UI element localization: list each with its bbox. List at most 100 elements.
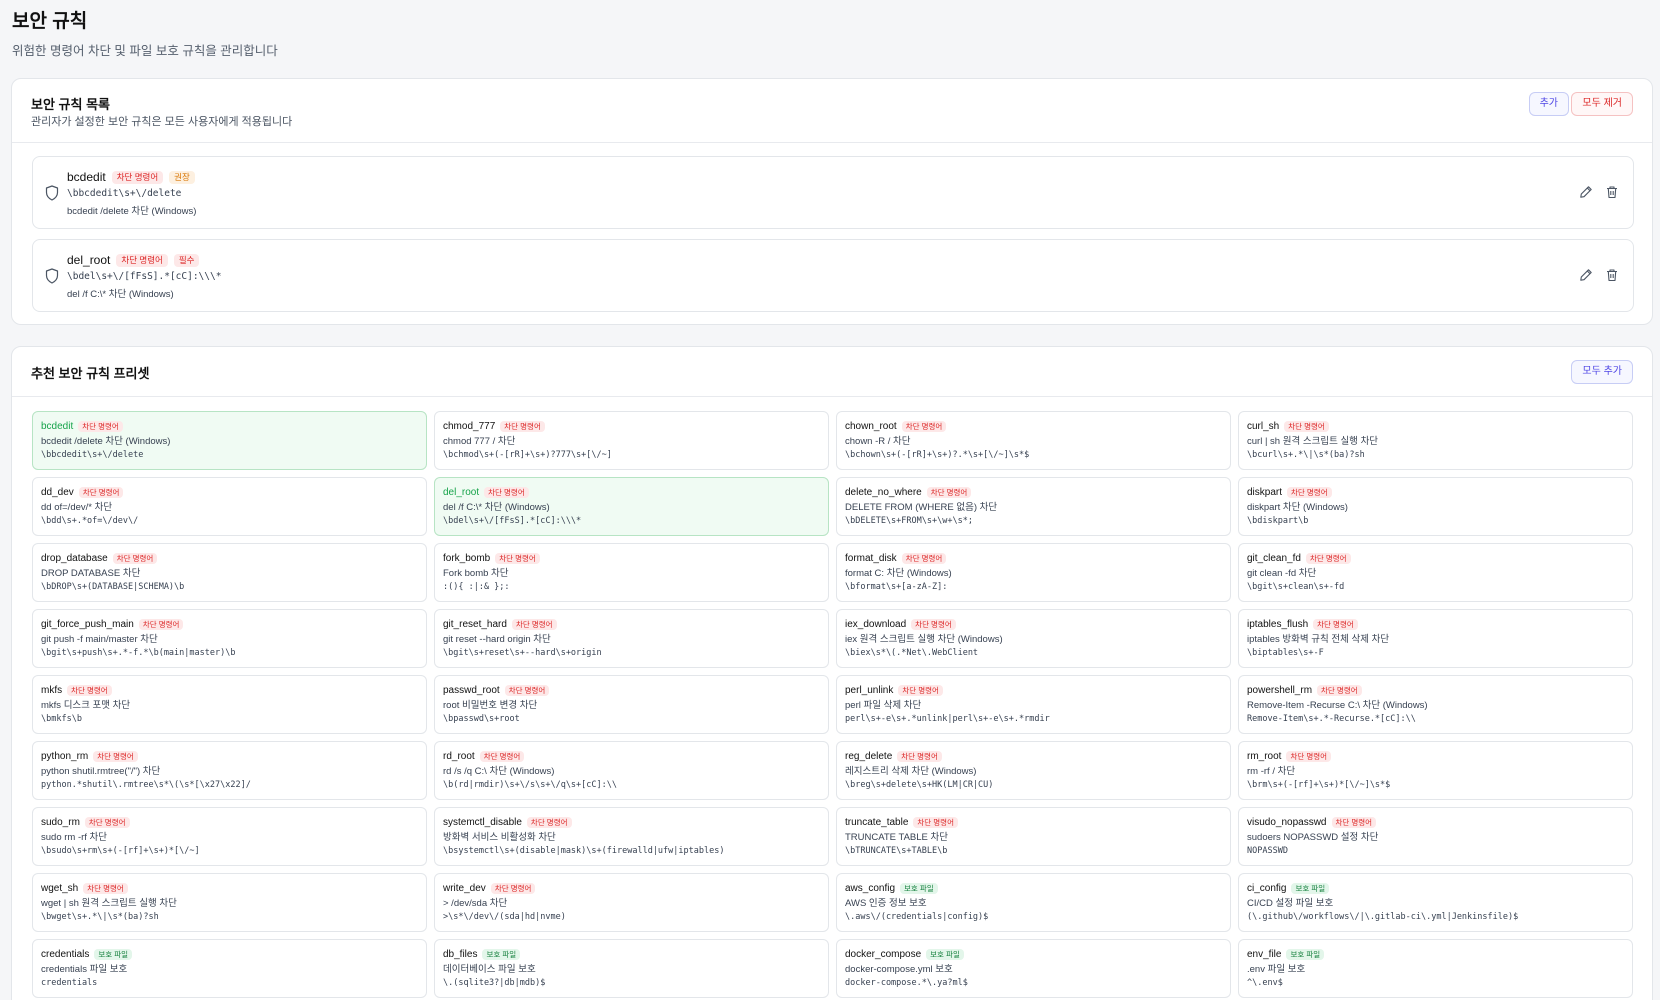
preset-card[interactable]: format_disk 차단 명령어 format C: 차단 (Windows) \…: [836, 543, 1231, 602]
preset-card[interactable]: python_rm 차단 명령어 python shutil.rmtree("/")…: [32, 741, 427, 800]
preset-card[interactable]: iptables_flush 차단 명령어 iptables 방화벽 규칙 전체 삭…: [1238, 609, 1633, 668]
rule-row: bcdedit 차단 명령어 권장 \bbcdedit\s+\/delete b…: [32, 156, 1634, 229]
preset-header: visudo_nopasswd 차단 명령어: [1247, 816, 1624, 829]
rules-card: 보안 규칙 목록 관리자가 설정한 보안 규칙은 모든 사용자에게 적용됩니다 …: [11, 78, 1653, 325]
preset-card[interactable]: diskpart 차단 명령어 diskpart 차단 (Windows) \bdis…: [1238, 477, 1633, 536]
edit-icon[interactable]: [1579, 268, 1593, 282]
preset-card[interactable]: dd_dev 차단 명령어 dd of=/dev/* 차단 \bdd\s+.*of=\…: [32, 477, 427, 536]
preset-card[interactable]: passwd_root 차단 명령어 root 비밀번호 변경 차단 \bpasswd…: [434, 675, 829, 734]
preset-card[interactable]: sudo_rm 차단 명령어 sudo rm -rf 차단 \bsudo\s+rm\s…: [32, 807, 427, 866]
preset-name: aws_config: [845, 883, 896, 894]
rule-pattern: \bdel\s+\/[fFsS].*[cC]:\\\*: [67, 271, 222, 282]
preset-card[interactable]: docker_compose 보호 파일 docker-compose.yml 보호…: [836, 939, 1231, 998]
preset-pattern: :(){ :|:& };:: [443, 582, 510, 592]
preset-type-badge: 차단 명령어: [504, 685, 550, 696]
preset-card[interactable]: iex_download 차단 명령어 iex 원격 스크립트 실행 차단 (Win…: [836, 609, 1231, 668]
rule-level-badge: 필수: [173, 253, 200, 267]
preset-pattern: Remove-Item\s+.*-Recurse.*[cC]:\\: [1247, 714, 1416, 724]
preset-card[interactable]: aws_config 보호 파일 AWS 인증 정보 보호 \.aws\/(crede…: [836, 873, 1231, 932]
preset-card[interactable]: chown_root 차단 명령어 chown -R / 차단 \bchown\s+(…: [836, 411, 1231, 470]
preset-card[interactable]: ci_config 보호 파일 CI/CD 설정 파일 보호 (\.github\/w…: [1238, 873, 1633, 932]
preset-card[interactable]: perl_unlink 차단 명령어 perl 파일 삭제 차단 perl\s+-e\…: [836, 675, 1231, 734]
rule-name-line: bcdedit 차단 명령어 권장: [67, 170, 195, 184]
preset-name: chmod_777: [443, 421, 496, 432]
rule-level-badge: 권장: [169, 170, 195, 184]
preset-type-badge: 차단 명령어: [490, 883, 536, 894]
preset-name: rd_root: [443, 751, 475, 762]
trash-icon[interactable]: [1605, 185, 1619, 199]
preset-pattern: \bdiskpart\b: [1247, 516, 1309, 526]
preset-type-badge: 차단 명령어: [83, 883, 128, 894]
preset-card[interactable]: systemctl_disable 차단 명령어 방화벽 서비스 비활성화 차단 \b…: [434, 807, 829, 866]
rule-row: del_root 차단 명령어 필수 \bdel\s+\/[fFsS].*[cC…: [32, 239, 1634, 312]
preset-card[interactable]: visudo_nopasswd 차단 명령어 sudoers NOPASSWD 설정…: [1238, 807, 1633, 866]
add-all-button[interactable]: 모두 추가: [1571, 360, 1633, 384]
presets-card-title: 추천 보안 규칙 프리셋: [31, 366, 150, 381]
preset-type-badge: 차단 명령어: [84, 817, 130, 828]
preset-name: ci_config: [1247, 883, 1287, 894]
preset-pattern: \bTRUNCATE\s+TABLE\b: [845, 846, 948, 856]
preset-pattern: \bchmod\s+(-[rR]+\s+)?777\s+[\/~]: [443, 450, 612, 460]
preset-card[interactable]: delete_no_where 차단 명령어 DELETE FROM (WHERE …: [836, 477, 1231, 536]
preset-card[interactable]: rm_root 차단 명령어 rm -rf / 차단 \brm\s+(-[rf]+\s…: [1238, 741, 1633, 800]
preset-pattern: \bgit\s+reset\s+--hard\s+origin: [443, 648, 602, 658]
preset-name: passwd_root: [443, 685, 500, 696]
preset-description: root 비밀번호 변경 차단: [443, 700, 538, 711]
preset-name: curl_sh: [1247, 421, 1280, 432]
shield-icon: [45, 185, 59, 201]
preset-description: 데이터베이스 파일 보호: [443, 964, 536, 975]
preset-header: diskpart 차단 명령어: [1247, 486, 1624, 499]
preset-header: git_reset_hard 차단 명령어: [443, 618, 820, 631]
preset-description: Remove-Item -Recurse C:\ 차단 (Windows): [1247, 700, 1428, 711]
rule-type-badge: 차단 명령어: [111, 170, 164, 184]
preset-pattern: \breg\s+delete\s+HK(LM|CR|CU): [845, 780, 994, 790]
preset-card[interactable]: curl_sh 차단 명령어 curl | sh 원격 스크립트 실행 차단 \bcu…: [1238, 411, 1633, 470]
preset-card[interactable]: mkfs 차단 명령어 mkfs 디스크 포맷 차단 \bmkfs\b: [32, 675, 427, 734]
preset-card[interactable]: env_file 보호 파일 .env 파일 보호 ^\.env$: [1238, 939, 1633, 998]
preset-name: reg_delete: [845, 751, 893, 762]
preset-description: format C: 차단 (Windows): [845, 568, 952, 579]
preset-header: bcdedit 차단 명령어: [41, 420, 418, 433]
preset-pattern: >\s*\/dev\/(sda|hd|nvme): [443, 912, 566, 922]
preset-card[interactable]: fork_bomb 차단 명령어 Fork bomb 차단:(){ :|:& };:: [434, 543, 829, 602]
preset-header: perl_unlink 차단 명령어: [845, 684, 1222, 697]
preset-name: mkfs: [41, 685, 63, 696]
preset-card[interactable]: drop_database 차단 명령어 DROP DATABASE 차단 \bDRO…: [32, 543, 427, 602]
preset-card[interactable]: git_force_push_main 차단 명령어 git push -f mai…: [32, 609, 427, 668]
preset-header: iex_download 차단 명령어: [845, 618, 1222, 631]
preset-pattern: \bcurl\s+.*\|\s*(ba)?sh: [1247, 450, 1365, 460]
preset-card[interactable]: powershell_rm 차단 명령어 Remove-Item -Recurse …: [1238, 675, 1633, 734]
preset-name: git_force_push_main: [41, 619, 134, 630]
preset-pattern: \bdel\s+\/[fFsS].*[cC]:\\\*: [443, 516, 582, 526]
preset-card[interactable]: write_dev 차단 명령어 > /dev/sda 차단 >\s*\/dev\/(…: [434, 873, 829, 932]
preset-card[interactable]: chmod_777 차단 명령어 chmod 777 / 차단 \bchmod\s+(…: [434, 411, 829, 470]
preset-card[interactable]: git_reset_hard 차단 명령어 git reset --hard ori…: [434, 609, 829, 668]
preset-pattern: \biptables\s+-F: [1247, 648, 1324, 658]
edit-icon[interactable]: [1579, 185, 1593, 199]
add-rule-button[interactable]: 추가: [1528, 92, 1569, 116]
preset-header: drop_database 차단 명령어: [41, 552, 418, 565]
preset-pattern: \bdd\s+.*of=\/dev\/: [41, 516, 139, 526]
preset-header: env_file 보호 파일: [1247, 948, 1624, 961]
preset-type-badge: 보호 파일: [94, 949, 133, 960]
preset-header: write_dev 차단 명령어: [443, 882, 820, 895]
trash-icon[interactable]: [1605, 268, 1619, 282]
page-header: 보안 규칙 위험한 명령어 차단 및 파일 보호 규칙을 관리합니다: [12, 10, 278, 59]
preset-pattern: \bgit\s+clean\s+-fd: [1247, 582, 1345, 592]
preset-card[interactable]: rd_root 차단 명령어 rd /s /q C:\ 차단 (Windows) \b…: [434, 741, 829, 800]
preset-name: systemctl_disable: [443, 817, 522, 828]
preset-header: wget_sh 차단 명령어: [41, 882, 418, 895]
preset-card[interactable]: truncate_table 차단 명령어 TRUNCATE TABLE 차단 \bT…: [836, 807, 1231, 866]
preset-name: git_clean_fd: [1247, 553, 1301, 564]
preset-card[interactable]: del_root 차단 명령어 del /f C:\* 차단 (Windows) \b…: [434, 477, 829, 536]
preset-pattern: \bsystemctl\s+(disable|mask)\s+(firewall…: [443, 846, 725, 856]
preset-card[interactable]: bcdedit 차단 명령어 bcdedit /delete 차단 (Windows…: [32, 411, 427, 470]
preset-pattern: \bmkfs\b: [41, 714, 82, 724]
preset-card[interactable]: reg_delete 차단 명령어 레지스트리 삭제 차단 (Windows) \br…: [836, 741, 1231, 800]
preset-card[interactable]: wget_sh 차단 명령어 wget | sh 원격 스크립트 실행 차단 \bwg…: [32, 873, 427, 932]
presets-card-header: 추천 보안 규칙 프리셋 모두 추가: [12, 347, 1652, 397]
preset-card[interactable]: credentials 보호 파일 credentials 파일 보호 credent…: [32, 939, 427, 998]
remove-all-button[interactable]: 모두 제거: [1571, 92, 1633, 116]
preset-card[interactable]: git_clean_fd 차단 명령어 git clean -fd 차단 \bgit\…: [1238, 543, 1633, 602]
preset-card[interactable]: db_files 보호 파일 데이터베이스 파일 보호 \.(sqlite3?|db|…: [434, 939, 829, 998]
